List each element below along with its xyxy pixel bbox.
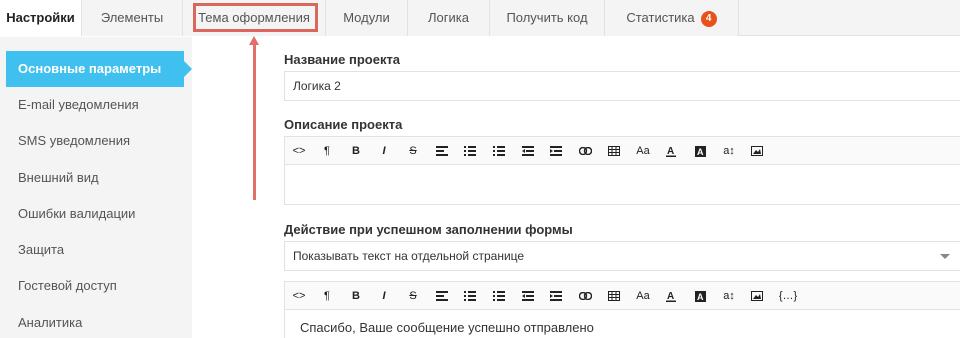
indent-icon[interactable]	[543, 137, 569, 165]
link-icon[interactable]	[572, 137, 598, 165]
description-toolbar: <> ¶ B I S Aa A A a↕	[285, 137, 960, 165]
code-view-button[interactable]: <>	[286, 282, 312, 310]
align-icon[interactable]	[429, 137, 455, 165]
chevron-down-icon	[940, 254, 950, 259]
tab-logic[interactable]: Логика	[408, 0, 490, 36]
line-height-button[interactable]: a↕	[716, 282, 742, 310]
bold-button[interactable]: B	[343, 282, 369, 310]
image-icon[interactable]	[744, 137, 770, 165]
sidebar-item-appearance[interactable]: Внешний вид	[6, 160, 184, 196]
bold-button[interactable]: B	[343, 137, 369, 165]
font-size-button[interactable]: Aa	[630, 282, 656, 310]
paragraph-button[interactable]: ¶	[314, 282, 340, 310]
description-text[interactable]	[285, 165, 960, 185]
tab-settings[interactable]: Настройки	[0, 0, 82, 37]
annotation-arrow-head	[249, 36, 259, 45]
success-action-label: Действие при успешном заполнении формы	[284, 222, 573, 237]
indent-icon[interactable]	[543, 282, 569, 310]
table-icon[interactable]	[601, 282, 627, 310]
paragraph-button[interactable]: ¶	[314, 137, 340, 165]
strikethrough-button[interactable]: S	[400, 282, 426, 310]
insert-variable-button[interactable]: {…}	[773, 282, 803, 310]
outdent-icon[interactable]	[515, 137, 541, 165]
success-message-toolbar: <> ¶ B I S Aa A A a↕ {…}	[285, 282, 960, 310]
line-height-button[interactable]: a↕	[716, 137, 742, 165]
tab-bar: Настройки Элементы Тема оформления Модул…	[0, 0, 960, 37]
numbered-list-icon[interactable]	[486, 282, 512, 310]
background-color-icon[interactable]: A	[687, 282, 713, 310]
sidebar-item-general[interactable]: Основные параметры	[6, 51, 192, 87]
sidebar-item-validation-errors[interactable]: Ошибки валидации	[6, 196, 184, 232]
strikethrough-button[interactable]: S	[400, 137, 426, 165]
tab-statistics[interactable]: Статистика 4	[605, 0, 739, 36]
tab-elements[interactable]: Элементы	[82, 0, 183, 36]
font-color-icon[interactable]: A	[658, 282, 684, 310]
project-name-label: Название проекта	[284, 52, 401, 67]
success-action-value: Показывать текст на отдельной странице	[293, 249, 525, 263]
success-message-editor[interactable]: <> ¶ B I S Aa A A a↕ {…} Спасибо, Ваше с…	[284, 281, 960, 338]
sidebar-item-analytics[interactable]: Аналитика	[6, 305, 184, 338]
code-view-button[interactable]: <>	[286, 137, 312, 165]
tab-statistics-label: Статистика	[626, 10, 695, 25]
bullet-list-icon[interactable]	[457, 282, 483, 310]
notification-badge: 4	[700, 11, 717, 27]
italic-button[interactable]: I	[371, 137, 397, 165]
svg-text:A: A	[667, 146, 674, 157]
svg-text:A: A	[667, 291, 674, 302]
outdent-icon[interactable]	[515, 282, 541, 310]
tab-modules[interactable]: Модули	[326, 0, 408, 36]
sidebar-item-protection[interactable]: Защита	[6, 232, 184, 268]
align-icon[interactable]	[429, 282, 455, 310]
tab-get-code[interactable]: Получить код	[490, 0, 605, 36]
table-icon[interactable]	[601, 137, 627, 165]
sidebar-item-guest-access[interactable]: Гостевой доступ	[6, 268, 184, 304]
italic-button[interactable]: I	[371, 282, 397, 310]
description-editor[interactable]: <> ¶ B I S Aa A A a↕	[284, 136, 960, 205]
sidebar-item-sms[interactable]: SMS уведомления	[6, 123, 184, 159]
image-icon[interactable]	[744, 282, 770, 310]
link-icon[interactable]	[572, 282, 598, 310]
background-color-icon[interactable]: A	[687, 137, 713, 165]
svg-text:A: A	[697, 292, 704, 302]
sidebar: Основные параметры E-mail уведомления SM…	[0, 37, 192, 338]
tab-theme[interactable]: Тема оформления	[183, 0, 326, 36]
project-description-label: Описание проекта	[284, 117, 403, 132]
numbered-list-icon[interactable]	[486, 137, 512, 165]
bullet-list-icon[interactable]	[457, 137, 483, 165]
svg-text:A: A	[697, 147, 704, 157]
sidebar-item-email[interactable]: E-mail уведомления	[6, 87, 184, 123]
project-name-input[interactable]: Логика 2	[284, 71, 960, 101]
annotation-arrow-shaft	[253, 42, 256, 200]
font-size-button[interactable]: Aa	[630, 137, 656, 165]
success-message-text[interactable]: Спасибо, Ваше сообщение успешно отправле…	[285, 310, 960, 338]
font-color-icon[interactable]: A	[658, 137, 684, 165]
success-action-select[interactable]: Показывать текст на отдельной странице	[284, 241, 960, 271]
